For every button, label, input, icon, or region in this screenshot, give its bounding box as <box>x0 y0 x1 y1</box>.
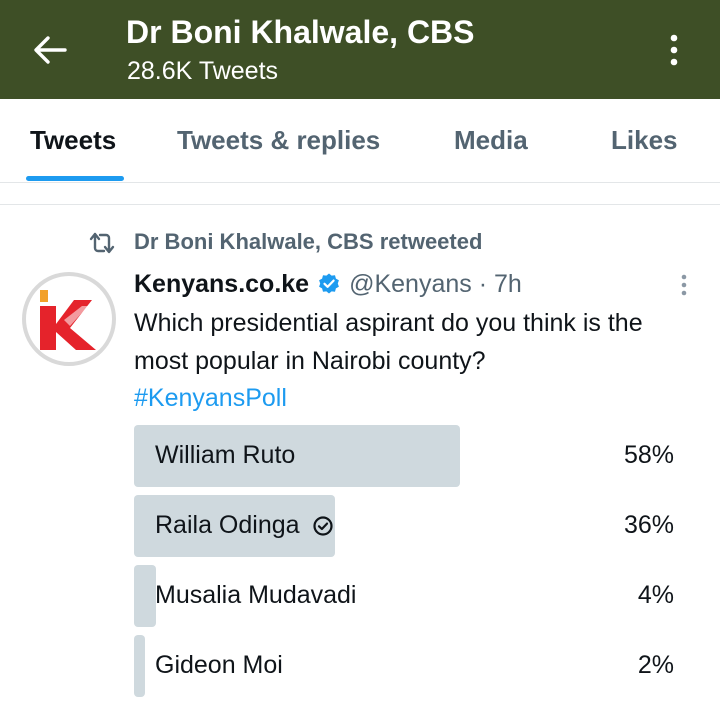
poll-option-percent: 2% <box>637 651 674 679</box>
poll-bar <box>134 635 145 697</box>
poll-option-musalia-mudavadi[interactable]: Musalia Mudavadi 4% <box>134 565 678 627</box>
poll-option-label: William Ruto <box>155 441 296 469</box>
poll-option-label: Musalia Mudavadi <box>155 581 357 609</box>
tweet-count: 28.6K Tweets <box>127 57 279 85</box>
poll-option-percent: 4% <box>637 581 674 609</box>
poll-option-william-ruto[interactable]: William Ruto 58% <box>134 425 678 487</box>
profile-tabs: Tweets Tweets & replies Media Likes <box>0 99 720 183</box>
poll-option-label: Gideon Moi <box>155 651 283 679</box>
retweeted-by-label[interactable]: Dr Boni Khalwale, CBS retweeted <box>134 229 482 255</box>
profile-header: Dr Boni Khalwale, CBS 28.6K Tweets <box>0 0 720 99</box>
more-vertical-icon <box>670 34 678 66</box>
poll-option-percent: 58% <box>623 441 674 469</box>
tab-tweets[interactable]: Tweets <box>30 125 116 156</box>
poll-option-label: Raila Odinga <box>155 511 300 539</box>
kenyans-logo-icon <box>40 290 96 350</box>
back-button[interactable] <box>28 30 72 70</box>
tweet-text: Which presidential aspirant do you think… <box>134 309 643 375</box>
retweet-icon <box>89 232 115 254</box>
tab-tweets-and-replies[interactable]: Tweets & replies <box>177 125 380 156</box>
hashtag-link[interactable]: #KenyansPoll <box>134 379 287 417</box>
check-circle-icon <box>312 515 333 536</box>
tweet-more-button[interactable] <box>672 270 696 300</box>
tweet-author-row: Kenyans.co.ke @Kenyans · 7h <box>134 267 522 301</box>
author-name[interactable]: Kenyans.co.ke <box>134 270 309 299</box>
verified-badge-icon <box>319 273 339 294</box>
poll-option-percent: 36% <box>623 511 674 539</box>
more-options-button[interactable] <box>658 30 690 70</box>
profile-name-title: Dr Boni Khalwale, CBS <box>126 14 475 50</box>
poll-bar <box>134 565 156 627</box>
active-tab-indicator <box>26 176 124 181</box>
poll-option-gideon-moi[interactable]: Gideon Moi 2% <box>134 635 678 697</box>
author-handle-and-time[interactable]: @Kenyans · 7h <box>349 270 522 299</box>
poll-option-raila-odinga[interactable]: Raila Odinga 36% <box>134 495 678 557</box>
tab-likes[interactable]: Likes <box>611 125 678 156</box>
section-divider <box>0 184 720 205</box>
tab-media[interactable]: Media <box>454 125 528 156</box>
arrow-left-icon <box>34 36 67 64</box>
avatar[interactable] <box>22 272 116 366</box>
more-vertical-icon <box>681 274 687 296</box>
